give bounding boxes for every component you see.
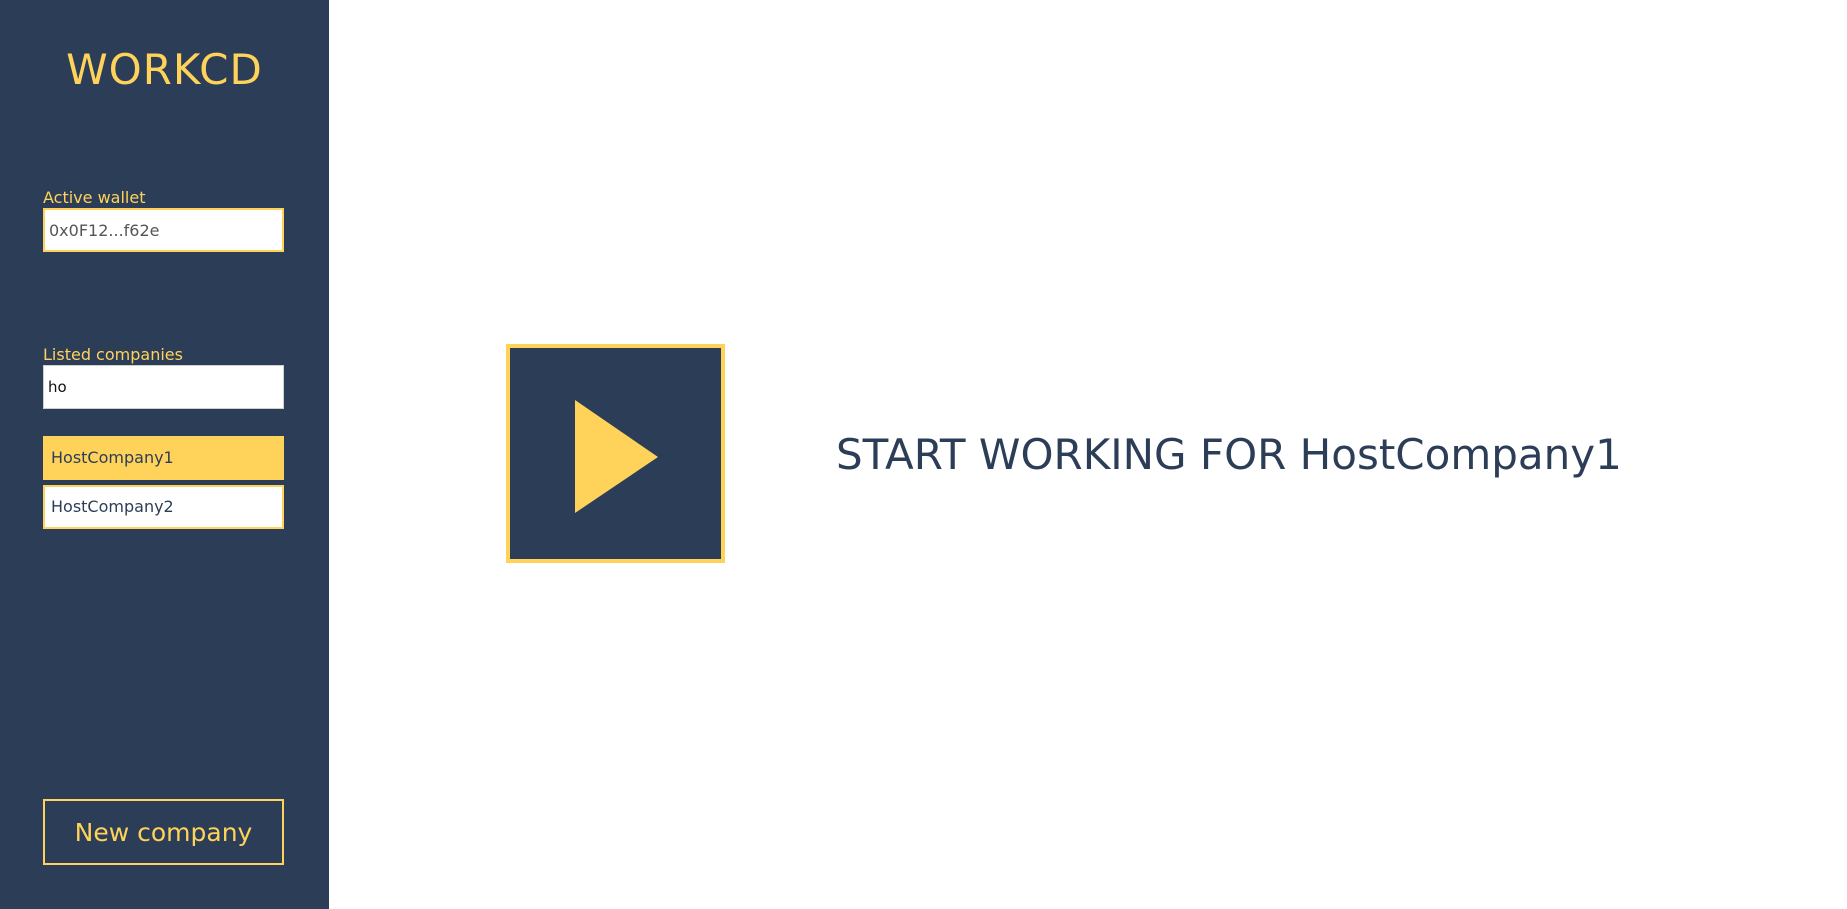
company-item-hostcompany1[interactable]: HostCompany1 [43, 436, 284, 480]
start-working-button[interactable] [506, 344, 725, 563]
sidebar: WORKCD Active wallet Listed companies Ho… [0, 0, 329, 909]
new-company-button[interactable]: New company [43, 799, 284, 865]
listed-companies-label: Listed companies [43, 345, 183, 364]
active-wallet-field[interactable] [43, 208, 284, 252]
active-wallet-label: Active wallet [43, 188, 146, 207]
company-search-input[interactable] [43, 365, 284, 409]
play-icon [575, 400, 658, 513]
start-working-text: START WORKING FOR HostCompany1 [836, 430, 1622, 479]
app-root: WORKCD Active wallet Listed companies Ho… [0, 0, 1847, 909]
app-logo: WORKCD [66, 45, 263, 94]
company-item-hostcompany2[interactable]: HostCompany2 [43, 485, 284, 529]
company-list: HostCompany1 HostCompany2 [43, 436, 284, 534]
